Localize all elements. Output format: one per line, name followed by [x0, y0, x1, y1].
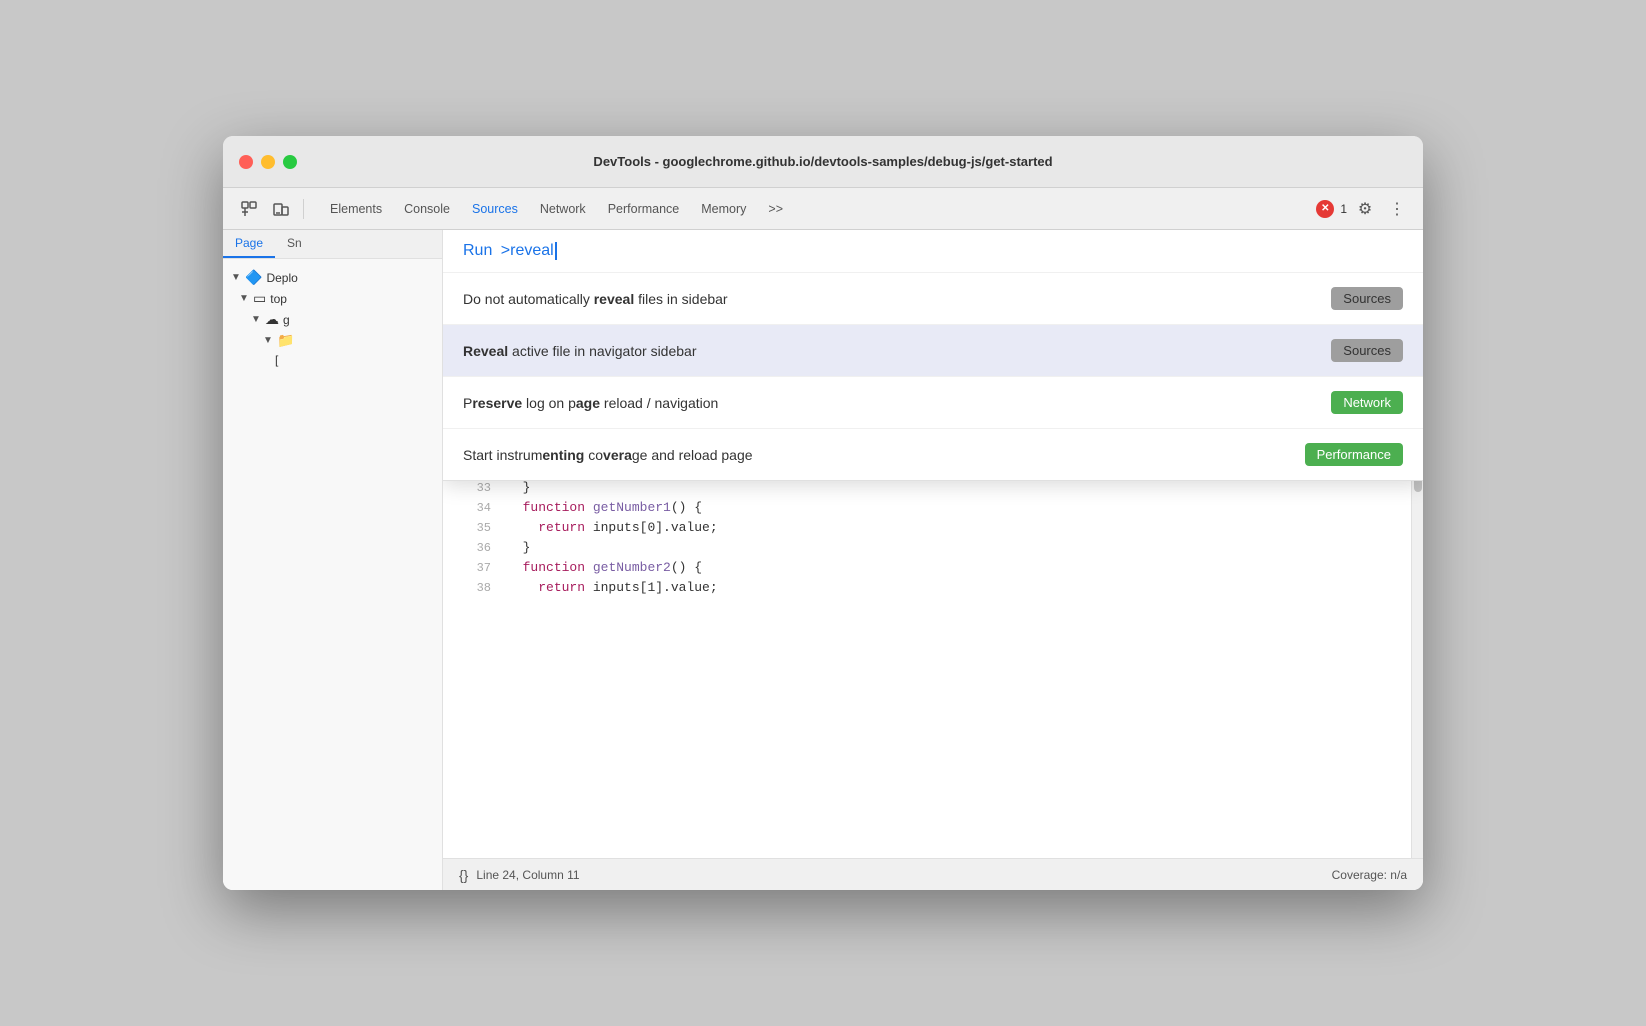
tab-elements[interactable]: Elements: [320, 198, 392, 220]
device-icon[interactable]: [267, 195, 295, 223]
tree-label: Deplo: [266, 271, 297, 285]
settings-icon[interactable]: ⚙: [1351, 195, 1379, 223]
close-button[interactable]: [239, 155, 253, 169]
line-content: return inputs[1].value;: [507, 578, 718, 598]
status-left: {} Line 24, Column 11: [459, 867, 580, 883]
code-line-34: 34 function getNumber1() {: [443, 498, 1423, 518]
tab-console[interactable]: Console: [394, 198, 460, 220]
command-input-text: >reveal: [496, 242, 556, 260]
command-result-2[interactable]: Reveal active file in navigator sidebar …: [443, 325, 1423, 377]
file-tree: ▼ 🔷 Deplo ▼ ▭ top ▼ ☁ g ▼: [223, 259, 442, 377]
status-bar: {} Line 24, Column 11 Coverage: n/a: [443, 858, 1423, 890]
error-badge: ✕: [1316, 200, 1334, 218]
cursor-position: Line 24, Column 11: [476, 868, 579, 882]
tree-item-g[interactable]: ▼ ☁ g: [223, 309, 442, 330]
sidebar: Page Sn ▼ 🔷 Deplo ▼ ▭ top ▼: [223, 230, 443, 890]
sidebar-tabs: Page Sn: [223, 230, 442, 259]
tree-item-folder[interactable]: ▼ 📁: [223, 330, 442, 351]
line-content: function getNumber2() {: [507, 558, 702, 578]
line-number: 38: [455, 578, 491, 598]
tree-label-bracket: [: [275, 353, 278, 367]
toolbar-right: ✕ 1 ⚙ ⋮: [1316, 195, 1411, 223]
tree-item-bracket[interactable]: [: [223, 351, 442, 369]
tree-arrow: ▼: [263, 335, 273, 346]
coverage-status: Coverage: n/a: [1332, 868, 1407, 882]
devtools-body: Elements Console Sources Network Perform…: [223, 188, 1423, 890]
tab-more[interactable]: >>: [758, 198, 793, 220]
command-result-text-3: Preserve log on page reload / navigation: [463, 395, 1315, 411]
tab-performance[interactable]: Performance: [598, 198, 690, 220]
command-result-text-2: Reveal active file in navigator sidebar: [463, 343, 1315, 359]
tree-icon: 🔷: [245, 269, 262, 286]
tab-sources[interactable]: Sources: [462, 198, 528, 220]
line-number: 36: [455, 538, 491, 558]
command-input-row[interactable]: Run >reveal: [443, 230, 1423, 273]
line-content: }: [507, 538, 530, 558]
error-count: 1: [1340, 202, 1347, 216]
sidebar-tab-page[interactable]: Page: [223, 230, 275, 258]
command-badge-2: Sources: [1331, 339, 1403, 362]
line-number: 35: [455, 518, 491, 538]
line-number: 37: [455, 558, 491, 578]
devtools-window: DevTools - googlechrome.github.io/devtoo…: [223, 136, 1423, 890]
command-result-text-4: Start instrumenting coverage and reload …: [463, 447, 1289, 463]
maximize-button[interactable]: [283, 155, 297, 169]
line-content: function getNumber1() {: [507, 498, 702, 518]
main-toolbar: Elements Console Sources Network Perform…: [223, 188, 1423, 230]
command-badge-4: Performance: [1305, 443, 1403, 466]
tab-network[interactable]: Network: [530, 198, 596, 220]
format-icon[interactable]: {}: [459, 867, 468, 883]
command-result-1[interactable]: Do not automatically reveal files in sid…: [443, 273, 1423, 325]
tree-item-deploy[interactable]: ▼ 🔷 Deplo: [223, 267, 442, 288]
line-content: return inputs[0].value;: [507, 518, 718, 538]
window-title: DevTools - googlechrome.github.io/devtoo…: [593, 154, 1052, 169]
code-line-35: 35 return inputs[0].value;: [443, 518, 1423, 538]
minimize-button[interactable]: [261, 155, 275, 169]
line-number: 34: [455, 498, 491, 518]
tree-arrow: ▼: [231, 272, 241, 283]
window-controls: [239, 155, 297, 169]
code-line-37: 37 function getNumber2() {: [443, 558, 1423, 578]
sidebar-tab-snippets[interactable]: Sn: [275, 230, 314, 258]
command-badge-1: Sources: [1331, 287, 1403, 310]
toolbar-separator: [303, 199, 304, 219]
tree-icon-frame: ▭: [253, 290, 266, 307]
tree-arrow: ▼: [251, 314, 261, 325]
code-line-36: 36 }: [443, 538, 1423, 558]
command-cursor: [555, 242, 557, 260]
editor-area: Run >reveal Do not automatically reveal …: [443, 230, 1423, 890]
command-result-text-1: Do not automatically reveal files in sid…: [463, 291, 1315, 307]
panel-tabs: Elements Console Sources Network Perform…: [320, 198, 793, 220]
command-badge-3: Network: [1331, 391, 1403, 414]
tree-label-top: top: [270, 292, 287, 306]
titlebar: DevTools - googlechrome.github.io/devtoo…: [223, 136, 1423, 188]
tab-memory[interactable]: Memory: [691, 198, 756, 220]
more-options-icon[interactable]: ⋮: [1383, 195, 1411, 223]
code-line-38: 38 return inputs[1].value;: [443, 578, 1423, 598]
code-editor[interactable]: 32 labelTextContent = addend1 + ' + ' + …: [443, 450, 1423, 858]
command-run-label: Run: [463, 242, 492, 260]
content-area: Page Sn ▼ 🔷 Deplo ▼ ▭ top ▼: [223, 230, 1423, 890]
tree-icon-folder: 📁: [277, 332, 294, 349]
command-result-4[interactable]: Start instrumenting coverage and reload …: [443, 429, 1423, 480]
command-result-3[interactable]: Preserve log on page reload / navigation…: [443, 377, 1423, 429]
tree-item-top[interactable]: ▼ ▭ top: [223, 288, 442, 309]
command-palette: Run >reveal Do not automatically reveal …: [443, 230, 1423, 481]
tree-icon-cloud: ☁: [265, 311, 279, 328]
inspect-icon[interactable]: [235, 195, 263, 223]
tree-label-g: g: [283, 313, 290, 327]
tree-arrow: ▼: [239, 293, 249, 304]
